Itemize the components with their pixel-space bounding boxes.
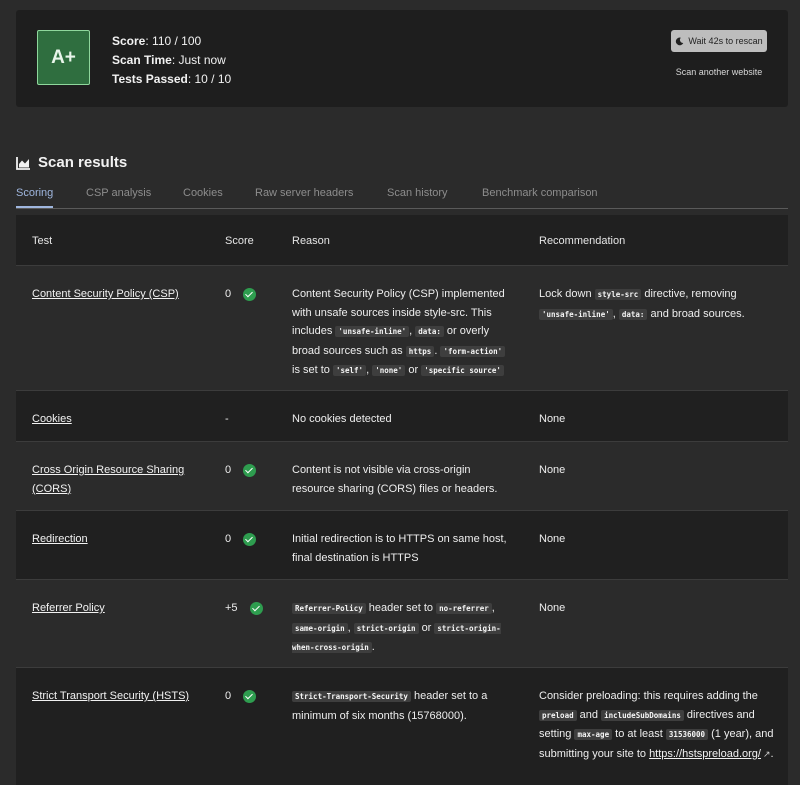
header-reason: Reason [292, 235, 330, 247]
code-snippet: strict-origin [353, 622, 419, 634]
scan-time-value: Just now [178, 53, 226, 67]
table-row-hsts: Strict Transport Security (HSTS) 0 Stric… [16, 667, 788, 785]
code-snippet: no-referrer [436, 603, 492, 614]
scan-time-line: Scan Time: Just now [112, 53, 226, 67]
tab-scan-history[interactable]: Scan history [387, 187, 448, 208]
reason-cell: No cookies detected [292, 413, 392, 425]
code-snippet: 'specific source' [421, 365, 504, 376]
check-circle-icon [243, 288, 257, 301]
code-snippet: max-age [574, 729, 613, 740]
external-link-icon: ↗ [762, 748, 771, 759]
table-header: Test Score Reason Recommendation [16, 215, 788, 265]
scoring-table: Test Score Reason Recommendation Content… [16, 215, 788, 785]
test-name-cell: Redirection [32, 530, 212, 549]
score-cell: 0 [225, 530, 257, 549]
check-circle-icon [243, 533, 257, 546]
reason-cell: Content is not visible via cross-origin … [292, 464, 498, 495]
recommendation-cell: Lock down style-src directive, removing … [539, 288, 745, 320]
score-value: 0 [225, 690, 232, 702]
code-snippet: 'none' [372, 365, 406, 376]
code-snippet: 31536000 [665, 729, 709, 740]
score-cell: 0 [225, 285, 257, 304]
grade-badge: A+ [37, 30, 90, 85]
tab-benchmark-comparison[interactable]: Benchmark comparison [482, 187, 598, 208]
tab-cookies[interactable]: Cookies [183, 187, 223, 208]
rescan-button[interactable]: Wait 42s to rescan [671, 30, 767, 52]
tests-passed-value: 10 / 10 [194, 72, 232, 86]
test-link-hsts[interactable]: Strict Transport Security (HSTS) [32, 690, 189, 702]
header-recommendation: Recommendation [539, 235, 626, 247]
code-snippet: 'unsafe-inline' [335, 326, 410, 337]
code-snippet: 'unsafe-inline' [539, 308, 613, 320]
score-cell: +5 [225, 599, 263, 618]
code-snippet: https [405, 345, 435, 357]
moon-icon [676, 37, 684, 45]
code-snippet: preload [539, 709, 577, 721]
code-snippet: 'self' [332, 365, 367, 376]
code-snippet: Referrer-Policy [292, 603, 366, 614]
table-row-redirection: Redirection 0 Initial redirection is to … [16, 510, 788, 579]
test-name-cell: Referrer Policy [32, 599, 212, 618]
area-chart-icon [16, 156, 30, 170]
score-value: 0 [225, 533, 232, 545]
test-name-cell: Cross Origin Resource Sharing (CORS) [32, 461, 212, 498]
scan-results-heading: Scan results [16, 154, 127, 171]
test-link-referrer-policy[interactable]: Referrer Policy [32, 602, 105, 614]
header-score: Score [225, 235, 254, 247]
tab-raw-server-headers[interactable]: Raw server headers [255, 187, 353, 208]
score-value: - [225, 413, 229, 425]
code-snippet: style-src [594, 289, 642, 300]
check-circle-icon [243, 690, 257, 703]
scan-another-link[interactable]: Scan another website [671, 67, 767, 77]
hsts-preload-link[interactable]: https://hstspreload.org/ [649, 748, 761, 760]
results-tabs: Scoring CSP analysis Cookies Raw server … [16, 186, 788, 209]
scan-stats: Score: 110 / 100 Scan Time: Just now Tes… [112, 32, 231, 89]
score-cell: 0 [225, 687, 257, 706]
table-row-cors: Cross Origin Resource Sharing (CORS) 0 C… [16, 441, 788, 510]
recommendation-cell: None [539, 464, 566, 476]
test-link-csp[interactable]: Content Security Policy (CSP) [32, 288, 179, 300]
table-row-csp: Content Security Policy (CSP) 0 Content … [16, 265, 788, 390]
test-name-cell: Cookies [32, 410, 212, 429]
test-link-cors[interactable]: Cross Origin Resource Sharing (CORS) [32, 464, 184, 495]
tab-csp-analysis[interactable]: CSP analysis [86, 187, 151, 208]
test-link-redirection[interactable]: Redirection [32, 533, 88, 545]
tests-passed-line: Tests Passed: 10 / 10 [112, 72, 232, 86]
scan-summary-panel: A+ Score: 110 / 100 Scan Time: Just now … [16, 10, 788, 107]
table-row-cookies: Cookies - No cookies detected None [16, 390, 788, 441]
score-value: 0 [225, 464, 232, 476]
recommendation-cell: None [539, 533, 566, 545]
score-value: +5 [225, 602, 238, 614]
reason-cell: Strict-Transport-Security header set to … [292, 690, 488, 722]
test-name-cell: Content Security Policy (CSP) [32, 285, 212, 304]
reason-cell: Content Security Policy (CSP) implemente… [292, 288, 506, 376]
check-circle-icon [249, 602, 263, 615]
check-circle-icon [243, 464, 257, 477]
score-line: Score: 110 / 100 [112, 34, 202, 48]
test-name-cell: Strict Transport Security (HSTS) [32, 687, 212, 706]
reason-cell: Referrer-Policy header set to no-referre… [292, 602, 501, 653]
code-snippet: data: [618, 308, 648, 320]
code-snippet: 'form-action' [440, 345, 506, 357]
table-row-referrer-policy: Referrer Policy +5 Referrer-Policy heade… [16, 579, 788, 667]
reason-cell: Initial redirection is to HTTPS on same … [292, 533, 507, 564]
header-test: Test [32, 235, 53, 247]
score-cell: 0 [225, 461, 257, 480]
rescan-label: Wait 42s to rescan [688, 36, 763, 46]
test-link-cookies[interactable]: Cookies [32, 413, 72, 425]
score-value: 0 [225, 288, 232, 300]
code-snippet: same-origin [292, 622, 348, 634]
tab-scoring[interactable]: Scoring [16, 187, 54, 208]
score-value: 110 / 100 [152, 34, 202, 48]
recommendation-cell: Consider preloading: this requires addin… [539, 690, 774, 760]
code-snippet: Strict-Transport-Security [292, 691, 411, 702]
recommendation-cell: None [539, 413, 566, 425]
code-snippet: includeSubDomains [601, 709, 684, 721]
code-snippet: data: [415, 326, 444, 337]
section-title: Scan results [38, 154, 128, 171]
recommendation-cell: None [539, 602, 566, 614]
